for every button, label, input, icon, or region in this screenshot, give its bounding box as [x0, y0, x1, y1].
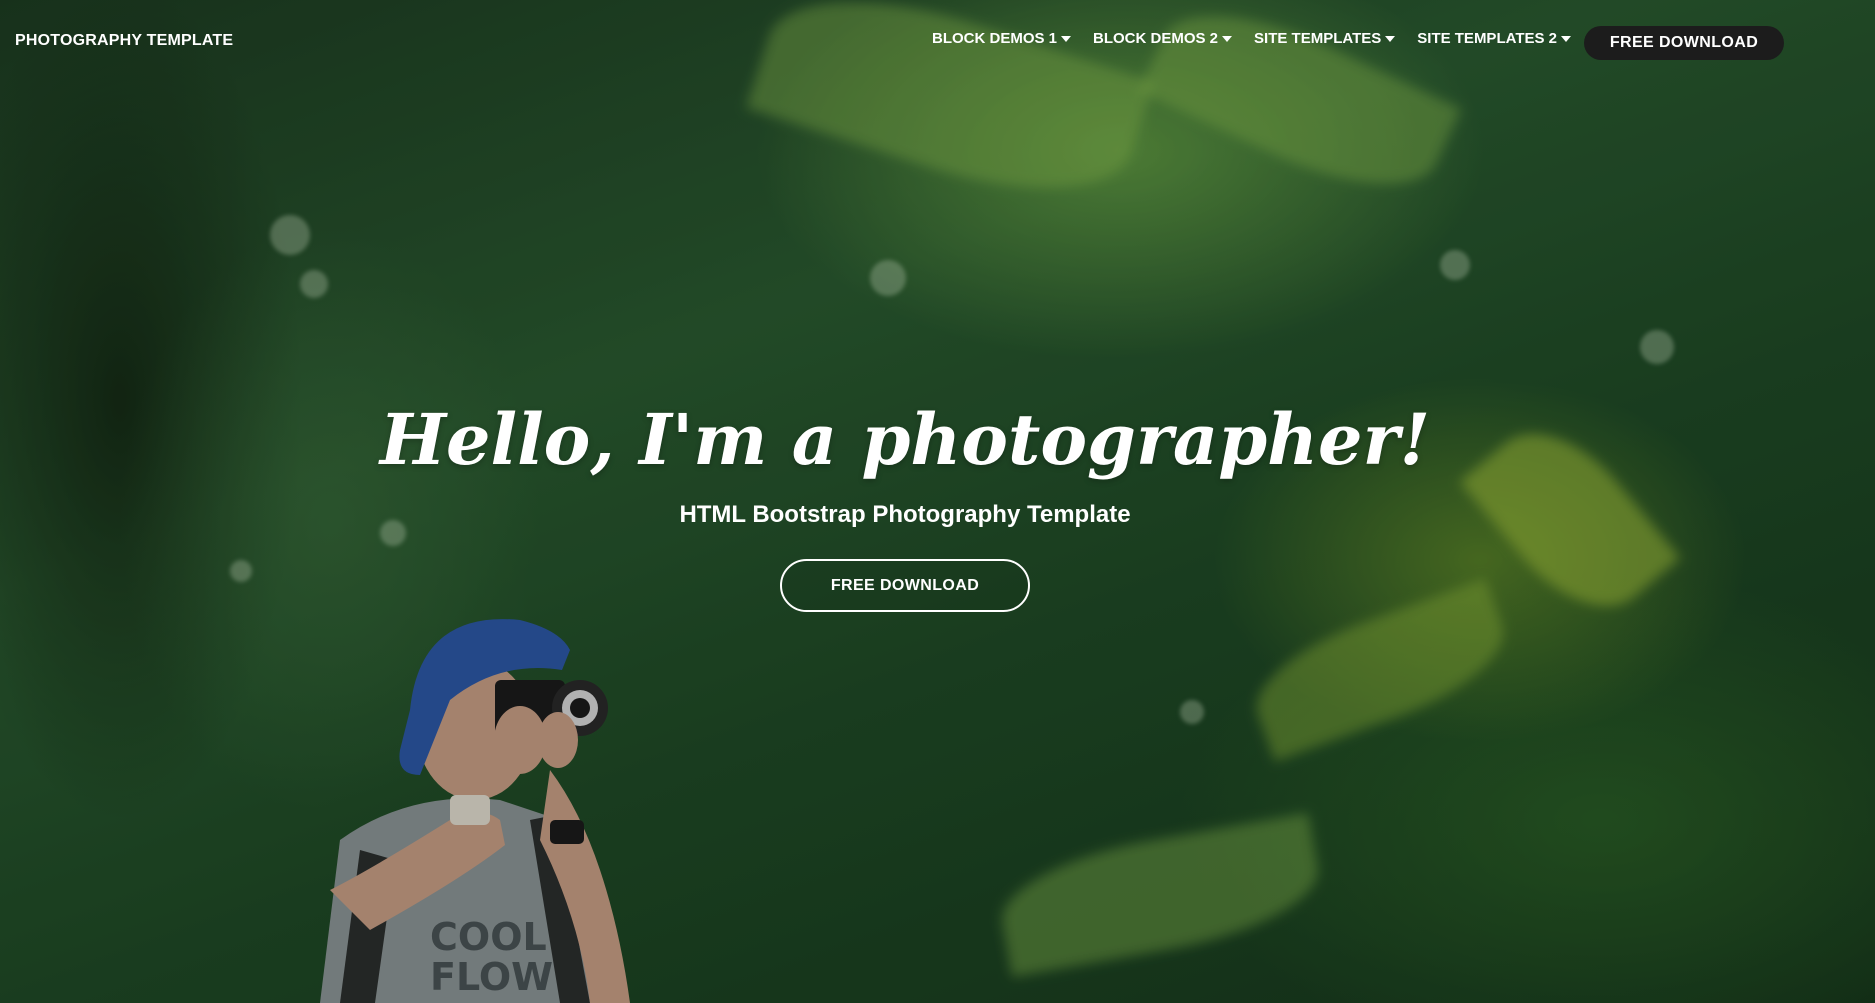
hero-free-download-button[interactable]: FREE DOWNLOAD [780, 559, 1030, 612]
navbar: PHOTOGRAPHY TEMPLATE BLOCK DEMOS 1 BLOCK… [0, 0, 1875, 84]
nav-item-site-templates-2[interactable]: SITE TEMPLATES 2 [1417, 30, 1572, 47]
nav-item-block-demos-2[interactable]: BLOCK DEMOS 2 [1093, 30, 1233, 47]
nav-item-label: BLOCK DEMOS 2 [1093, 30, 1219, 47]
hero-section: COOL FLOW PHOTOGRAPHY TEMPLATE BLOCK DEM… [0, 0, 1875, 1003]
hero-title: Hello, I'm a photographer! [379, 398, 1431, 481]
caret-down-icon [1561, 35, 1572, 42]
caret-down-icon [1385, 35, 1396, 42]
hero-subtitle: HTML Bootstrap Photography Template [679, 501, 1131, 528]
nav-item-site-templates[interactable]: SITE TEMPLATES [1254, 30, 1396, 47]
nav-item-label: SITE TEMPLATES [1254, 30, 1382, 47]
hero-content: Hello, I'm a photographer! HTML Bootstra… [0, 395, 1810, 612]
caret-down-icon [1061, 35, 1072, 42]
site-brand[interactable]: PHOTOGRAPHY TEMPLATE [15, 32, 233, 50]
nav-item-label: SITE TEMPLATES 2 [1417, 30, 1558, 47]
nav-menu: BLOCK DEMOS 1 BLOCK DEMOS 2 SITE TEMPLAT… [932, 30, 1593, 47]
nav-item-label: BLOCK DEMOS 1 [932, 30, 1058, 47]
nav-free-download-button[interactable]: FREE DOWNLOAD [1584, 26, 1784, 60]
caret-down-icon [1222, 35, 1233, 42]
nav-item-block-demos-1[interactable]: BLOCK DEMOS 1 [932, 30, 1072, 47]
